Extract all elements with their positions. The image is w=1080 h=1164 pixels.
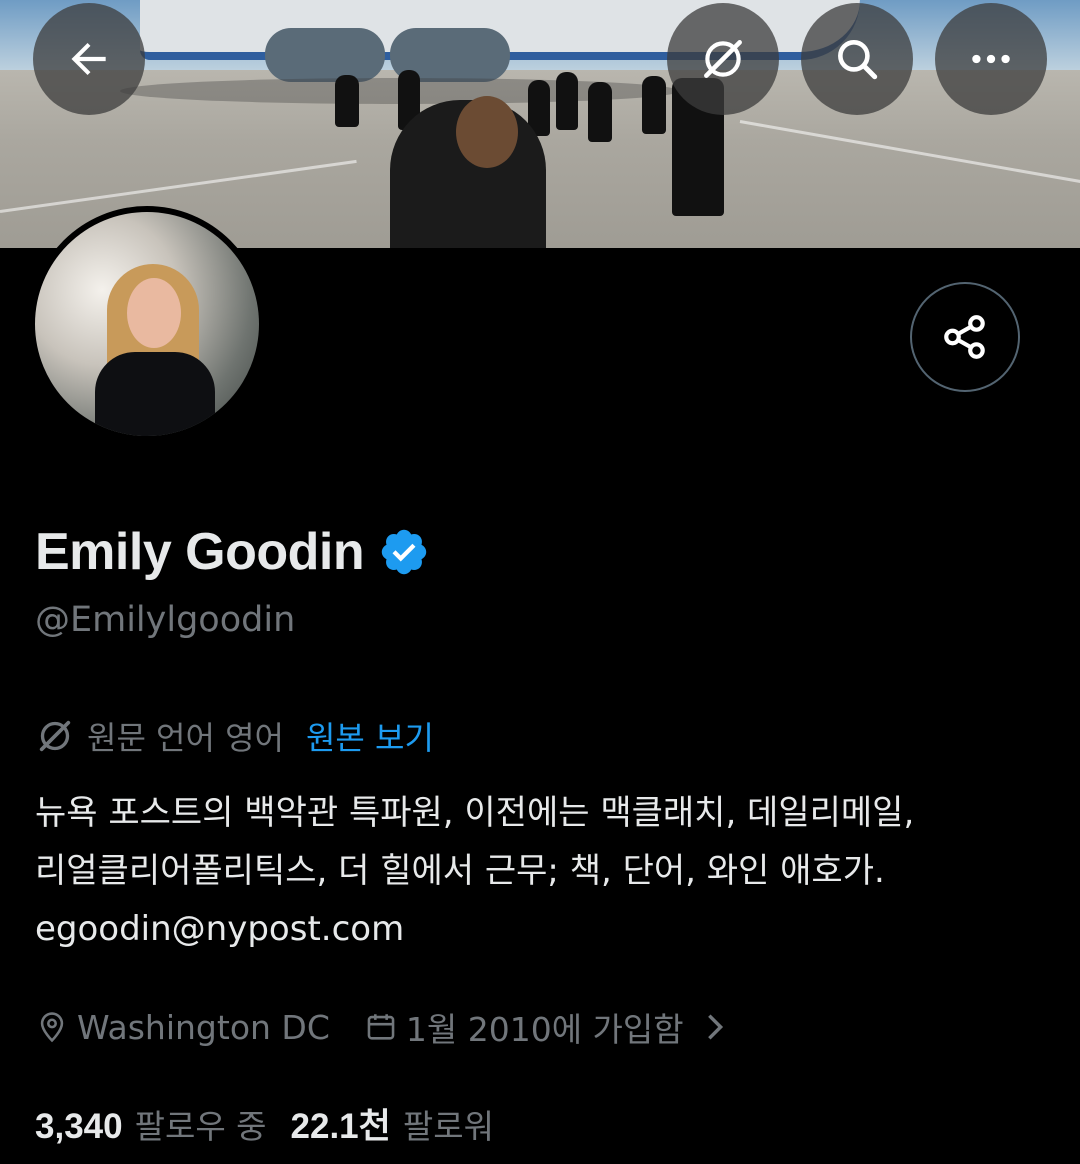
translate-button[interactable] xyxy=(667,3,779,115)
followers-label[interactable]: 팔로워 xyxy=(403,1100,494,1148)
following-label[interactable]: 팔로우 중 xyxy=(135,1100,267,1148)
profile-handle: @Emilylgoodin xyxy=(35,600,296,640)
more-icon xyxy=(972,54,1010,64)
translate-icon xyxy=(704,40,742,78)
location-text: Washington DC xyxy=(77,1007,330,1047)
banner-person xyxy=(588,82,612,142)
chevron-right-icon xyxy=(707,1014,723,1040)
translate-icon xyxy=(39,720,71,752)
source-language-label: 원문 언어 영어 xyxy=(87,719,284,757)
location-pin-icon xyxy=(40,1012,64,1043)
profile-bio: 뉴욕 포스트의 백악관 특파원, 이전에는 맥클래치, 데일리메일, 리얼클리어… xyxy=(35,793,915,949)
followers-count[interactable]: 22.1천 xyxy=(291,1098,391,1149)
view-original-link[interactable]: 원본 보기 xyxy=(306,713,434,759)
avatar-photo xyxy=(35,212,259,436)
location-item: Washington DC xyxy=(35,1008,330,1047)
banner-engine xyxy=(265,28,385,82)
joined-text: 1월 2010에 가입함 xyxy=(405,1010,684,1049)
banner-person xyxy=(556,72,578,130)
back-button[interactable] xyxy=(33,3,145,115)
following-count[interactable]: 3,340 xyxy=(35,1107,123,1147)
profile-meta: Washington DC 1월 2010에 가입함 xyxy=(35,1003,774,1051)
follow-stats: 3,340 팔로우 중 22.1천 팔로워 xyxy=(35,1098,518,1149)
banner-person xyxy=(642,76,666,134)
avatar-face xyxy=(127,278,181,348)
share-button[interactable] xyxy=(910,282,1020,392)
more-button[interactable] xyxy=(935,3,1047,115)
search-button[interactable] xyxy=(801,3,913,115)
arrow-left-icon xyxy=(71,42,106,76)
banner-person xyxy=(335,75,359,127)
verified-badge-icon[interactable] xyxy=(378,526,430,578)
profile-name-row: Emily Goodin xyxy=(35,522,430,582)
share-icon xyxy=(944,315,985,359)
avatar-shirt xyxy=(95,352,215,436)
translation-row: 원문 언어 영어 원본 보기 xyxy=(35,713,434,759)
banner-person-head xyxy=(456,96,518,168)
profile-name: Emily Goodin xyxy=(35,523,365,581)
calendar-icon xyxy=(367,1014,395,1040)
avatar[interactable] xyxy=(29,206,265,442)
search-icon xyxy=(838,40,878,80)
joined-item[interactable]: 1월 2010에 가입함 xyxy=(364,1003,740,1051)
